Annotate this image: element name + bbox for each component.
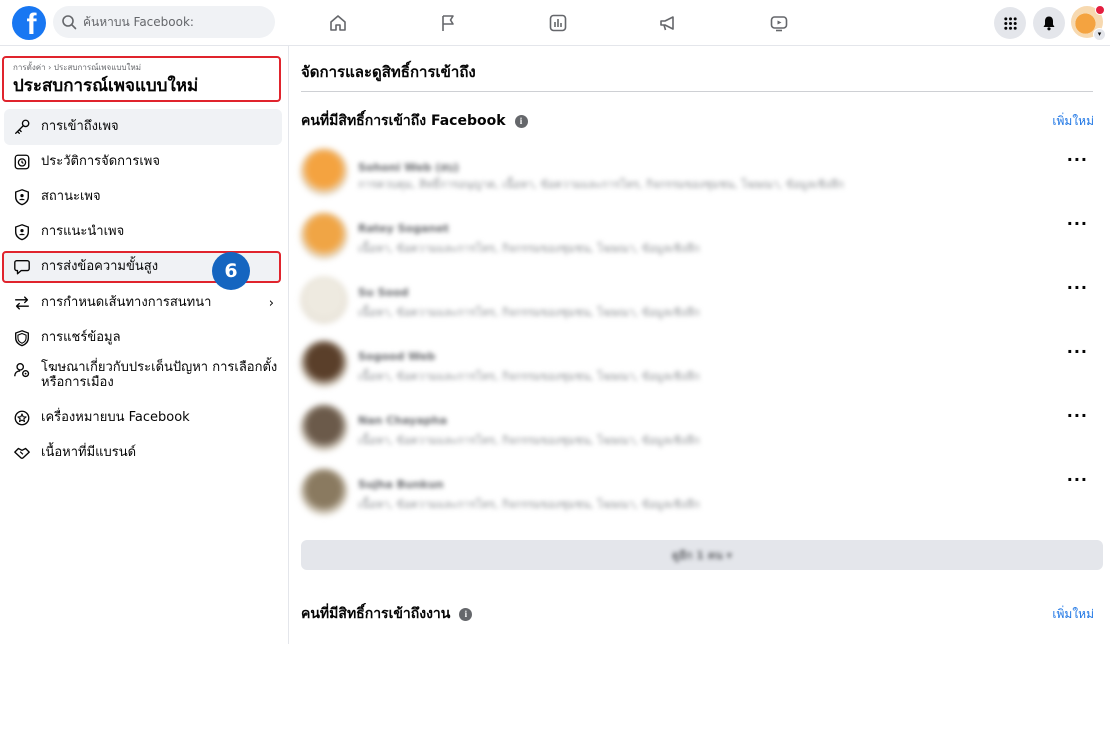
sidebar-item-label: การกำหนดเส้นทางการสนทนา	[41, 295, 212, 310]
menu-grid-icon[interactable]	[994, 7, 1026, 39]
section-task-access-title: คนที่มีสิทธิ์การเข้าถึงงาน i	[301, 603, 473, 625]
more-options-icon[interactable]: ···	[1067, 150, 1088, 169]
label-line: หรือการเมือง	[41, 375, 114, 390]
sidebar-item-page-status[interactable]: สถานะเพจ	[4, 180, 282, 214]
home-icon[interactable]	[325, 10, 351, 36]
person-name[interactable]: Sohoni Web (ลบ)	[358, 158, 459, 176]
sidebar-item-conversation-routing[interactable]: การกำหนดเส้นทางการสนทนา ›	[4, 286, 282, 320]
notification-dot	[1095, 5, 1105, 15]
settings-sidebar: การตั้งค่า › ประสบการณ์เพจแบบใหม่ ประสบก…	[0, 46, 289, 644]
sidebar-item-label: การส่งข้อความขั้นสูง	[41, 259, 159, 274]
person-name[interactable]: Sogood Web	[358, 350, 435, 363]
sidebar-item-page-access[interactable]: การเข้าถึงเพจ	[4, 109, 282, 145]
facebook-logo[interactable]: f	[12, 6, 46, 40]
person-avatar[interactable]	[300, 148, 348, 196]
more-options-icon[interactable]: ···	[1067, 278, 1088, 297]
chevron-down-icon[interactable]: ▾	[1093, 28, 1106, 41]
person-row[interactable]: Sujha Bunkun เนื้อหา, ข้อความและการโทร, ก…	[300, 466, 1100, 518]
person-name[interactable]: Nan Chayapha	[358, 414, 447, 427]
person-name[interactable]: Ratey Soganet	[358, 222, 449, 235]
info-icon[interactable]: i	[459, 607, 473, 621]
person-avatar[interactable]	[300, 404, 348, 452]
person-row[interactable]: Sohoni Web (ลบ) การควบคุม, สิทธิ์การอนุญา…	[300, 146, 1100, 198]
search-input[interactable]	[83, 15, 273, 29]
key-icon	[12, 117, 32, 137]
top-navigation-bar: f ▾	[0, 0, 1110, 46]
sidebar-item-label: เนื้อหาที่มีแบรนด์	[41, 445, 137, 460]
person-permissions: เนื้อหา, ข้อความและการโทร, กิจกรรมของชุม…	[358, 370, 700, 383]
main-heading: จัดการและดูสิทธิ์การเข้าถึง	[301, 63, 476, 81]
sidebar-item-label: โฆษณาเกี่ยวกับประเด็นปัญหา การเลือกตั้งห…	[41, 360, 277, 390]
label-line: โฆษณาเกี่ยวกับประเด็นปัญหา การเลือกตั้ง	[41, 360, 278, 375]
person-row[interactable]: Su Sood เนื้อหา, ข้อความและการโทร, กิจกรร…	[300, 274, 1100, 326]
history-icon	[12, 152, 32, 172]
person-name[interactable]: Sujha Bunkun	[358, 478, 444, 491]
profile-avatar[interactable]: ▾	[1071, 5, 1106, 41]
notifications-bell-icon[interactable]	[1033, 7, 1065, 39]
person-permissions: เนื้อหา, ข้อความและการโทร, กิจกรรมของชุม…	[358, 306, 700, 319]
sidebar-item-label: การเข้าถึงเพจ	[41, 119, 119, 134]
shield-person-icon	[12, 222, 32, 242]
sidebar-item-branded-content[interactable]: เนื้อหาที่มีแบรนด์	[4, 436, 282, 470]
section-facebook-access-title: คนที่มีสิทธิ์การเข้าถึง Facebook i	[301, 110, 528, 132]
shield-icon	[12, 328, 32, 348]
handshake-icon	[12, 443, 32, 463]
star-badge-icon	[12, 408, 32, 428]
shield-person-icon	[12, 187, 32, 207]
person-avatar[interactable]	[300, 340, 348, 388]
swap-arrows-icon	[12, 293, 32, 313]
person-row[interactable]: Nan Chayapha เนื้อหา, ข้อความและการโทร, ก…	[300, 402, 1100, 454]
search-box[interactable]	[53, 6, 275, 38]
sidebar-item-label: ประวัติการจัดการเพจ	[41, 154, 160, 169]
more-options-icon[interactable]: ···	[1067, 406, 1088, 425]
sidebar-item-label: สถานะเพจ	[41, 189, 101, 204]
person-permissions: เนื้อหา, ข้อความและการโทร, กิจกรรมของชุม…	[358, 498, 700, 511]
add-new-person-link[interactable]: เพิ่มใหม่	[1052, 112, 1094, 131]
info-icon[interactable]: i	[514, 114, 528, 128]
person-row[interactable]: Sogood Web เนื้อหา, ข้อความและการโทร, กิจ…	[300, 338, 1100, 390]
sidebar-item-label: เครื่องหมายบน Facebook	[41, 410, 190, 425]
more-options-icon[interactable]: ···	[1067, 342, 1088, 361]
sidebar-item-facebook-marks[interactable]: เครื่องหมายบน Facebook	[4, 401, 282, 435]
person-name[interactable]: Su Sood	[358, 286, 409, 299]
chevron-right-icon: ›	[268, 295, 274, 311]
sidebar-item-political-ads[interactable]: โฆษณาเกี่ยวกับประเด็นปัญหา การเลือกตั้งห…	[4, 358, 282, 398]
person-row[interactable]: Ratey Soganet เนื้อหา, ข้อความและการโทร, …	[300, 210, 1100, 262]
more-options-icon[interactable]: ···	[1067, 470, 1088, 489]
person-permissions: เนื้อหา, ข้อความและการโทร, กิจกรรมของชุม…	[358, 242, 700, 255]
insights-chart-icon[interactable]	[545, 10, 571, 36]
see-more-label: ดูอีก 1 คน ▾	[672, 549, 732, 562]
page-title: ประสบการณ์เพจแบบใหม่	[13, 76, 199, 96]
person-avatar[interactable]	[300, 276, 348, 324]
person-avatar[interactable]	[300, 468, 348, 516]
main-content: จัดการและดูสิทธิ์การเข้าถึง คนที่มีสิทธิ…	[290, 46, 1110, 644]
add-new-task-person-link[interactable]: เพิ่มใหม่	[1052, 605, 1094, 624]
search-icon	[62, 15, 77, 30]
see-more-button[interactable]: ดูอีก 1 คน ▾	[301, 540, 1103, 570]
more-options-icon[interactable]: ···	[1067, 214, 1088, 233]
person-permissions: การควบคุม, สิทธิ์การอนุญาต, เนื้อหา, ข้อ…	[358, 178, 844, 191]
section-title-text: คนที่มีสิทธิ์การเข้าถึงงาน	[301, 606, 451, 622]
sidebar-item-data-sharing[interactable]: การแชร์ข้อมูล	[4, 321, 282, 355]
video-icon[interactable]	[766, 10, 792, 36]
divider	[301, 91, 1093, 92]
sidebar-header-highlight: การตั้งค่า › ประสบการณ์เพจแบบใหม่ ประสบก…	[2, 56, 281, 102]
person-avatar[interactable]	[300, 212, 348, 260]
flag-icon[interactable]	[435, 10, 461, 36]
section-title-text: คนที่มีสิทธิ์การเข้าถึง Facebook	[301, 113, 506, 129]
sidebar-item-page-recommendation[interactable]: การแนะนำเพจ	[4, 215, 282, 249]
sidebar-item-label: การแนะนำเพจ	[41, 224, 125, 239]
megaphone-icon[interactable]	[655, 10, 681, 36]
person-permissions: เนื้อหา, ข้อความและการโทร, กิจกรรมของชุม…	[358, 434, 700, 447]
sidebar-item-label: การแชร์ข้อมูล	[41, 330, 121, 345]
person-gear-icon	[12, 360, 32, 380]
step-number-badge: 6	[212, 252, 250, 290]
sidebar-item-page-history[interactable]: ประวัติการจัดการเพจ	[4, 145, 282, 179]
breadcrumb[interactable]: การตั้งค่า › ประสบการณ์เพจแบบใหม่	[13, 63, 279, 73]
chat-bubble-icon	[12, 257, 32, 277]
